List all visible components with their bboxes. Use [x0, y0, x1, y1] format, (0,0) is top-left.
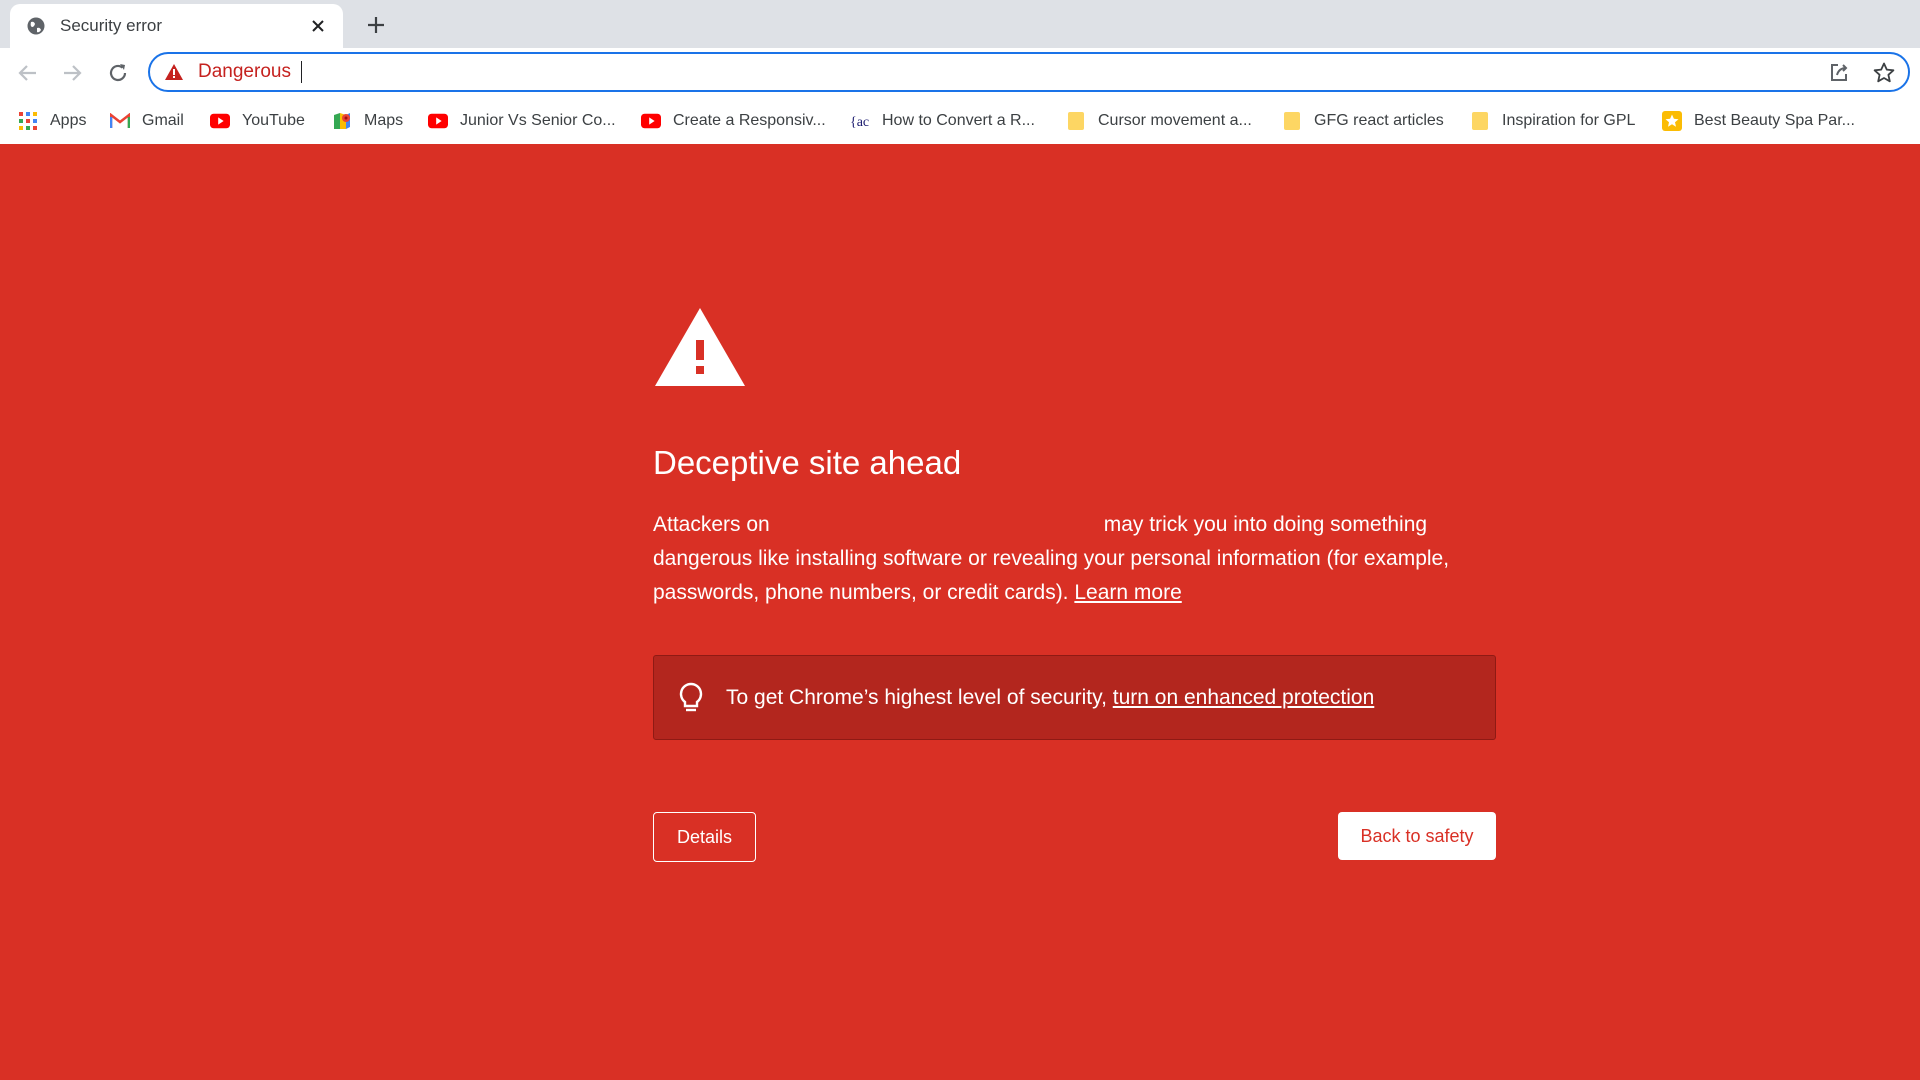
bookmark-star-icon[interactable] — [1872, 61, 1896, 85]
bookmark-gfg-react[interactable]: GFG react articles — [1282, 109, 1444, 133]
forward-arrow-icon[interactable] — [57, 58, 87, 88]
security-status-label[interactable]: Dangerous — [198, 61, 291, 83]
close-icon[interactable] — [307, 15, 329, 37]
bookmark-label: GFG react articles — [1314, 112, 1444, 129]
bookmark-apps[interactable]: Apps — [18, 109, 86, 133]
bookmark-label: Gmail — [142, 112, 184, 129]
toolbar: Dangerous — [0, 48, 1920, 98]
back-arrow-icon[interactable] — [13, 58, 43, 88]
plus-icon[interactable] — [362, 11, 390, 39]
bookmark-label: Cursor movement a... — [1098, 112, 1252, 129]
bookmark-how-to-convert[interactable]: {ac} How to Convert a R... — [850, 109, 1035, 133]
bookmark-gmail[interactable]: Gmail — [110, 109, 184, 133]
description-rest: may trick you into doing something dange… — [653, 513, 1450, 604]
enhanced-protection-banner: To get Chrome’s highest level of securit… — [653, 655, 1496, 740]
warning-triangle-icon[interactable] — [164, 62, 184, 82]
text-caret — [300, 61, 302, 83]
folder-icon — [1282, 111, 1302, 131]
bookmark-maps[interactable]: Maps — [332, 109, 403, 133]
enhanced-protection-text: To get Chrome’s highest level of securit… — [726, 686, 1374, 710]
bookmarks-bar: Apps Gmail YouTube Maps Junior Vs Senior… — [0, 98, 1920, 144]
interstitial-page — [0, 144, 1920, 1080]
address-bar[interactable]: Dangerous — [148, 52, 1910, 92]
bookmark-junior-vs-senior[interactable]: Junior Vs Senior Co... — [428, 109, 616, 133]
tab-title: Security error — [60, 16, 163, 35]
tab-strip: Security error — [0, 0, 1920, 48]
page-title: Deceptive site ahead — [653, 444, 962, 481]
warning-description: Attackers on may trick you into doing som… — [653, 508, 1493, 610]
globe-icon — [26, 16, 46, 36]
svg-text:{ac}: {ac} — [850, 115, 870, 130]
learn-more-link[interactable]: Learn more — [1074, 581, 1181, 604]
youtube-icon — [210, 111, 230, 131]
folder-icon — [1470, 111, 1490, 131]
star-favicon-icon — [1662, 111, 1682, 131]
bookmark-youtube[interactable]: YouTube — [210, 109, 305, 133]
bookmark-label: Best Beauty Spa Par... — [1694, 112, 1855, 129]
bookmark-cursor-movement[interactable]: Cursor movement a... — [1066, 109, 1252, 133]
enhanced-protection-prefix: To get Chrome’s highest level of securit… — [726, 685, 1107, 709]
gmail-icon — [110, 111, 130, 131]
warning-triangle-icon — [653, 306, 747, 388]
enhanced-protection-link[interactable]: turn on enhanced protection — [1113, 686, 1375, 709]
bookmark-beauty-spa[interactable]: Best Beauty Spa Par... — [1662, 109, 1855, 133]
bookmark-label: Maps — [364, 112, 404, 129]
share-icon[interactable] — [1828, 62, 1850, 84]
lightbulb-icon — [678, 682, 704, 714]
bookmark-label: YouTube — [242, 112, 305, 129]
reload-icon[interactable] — [103, 58, 133, 88]
bookmark-label: Junior Vs Senior Co... — [460, 112, 616, 129]
bookmark-create-responsive[interactable]: Create a Responsiv... — [641, 109, 826, 133]
bookmark-label: How to Convert a R... — [882, 112, 1035, 129]
bookmark-label: Create a Responsiv... — [673, 112, 826, 129]
tab-security-error[interactable]: Security error — [10, 4, 343, 48]
details-button[interactable]: Details — [653, 812, 756, 862]
maps-icon — [332, 111, 352, 131]
youtube-icon — [641, 111, 661, 131]
bookmark-label: Apps — [50, 112, 87, 129]
bookmark-inspiration-gpl[interactable]: Inspiration for GPL — [1470, 109, 1635, 133]
folder-icon — [1066, 111, 1086, 131]
description-start: Attackers on — [653, 513, 770, 536]
back-to-safety-button[interactable]: Back to safety — [1338, 812, 1496, 860]
site-icon: {ac} — [850, 111, 870, 131]
youtube-icon — [428, 111, 448, 131]
apps-grid-icon — [18, 111, 38, 131]
bookmark-label: Inspiration for GPL — [1502, 112, 1636, 129]
